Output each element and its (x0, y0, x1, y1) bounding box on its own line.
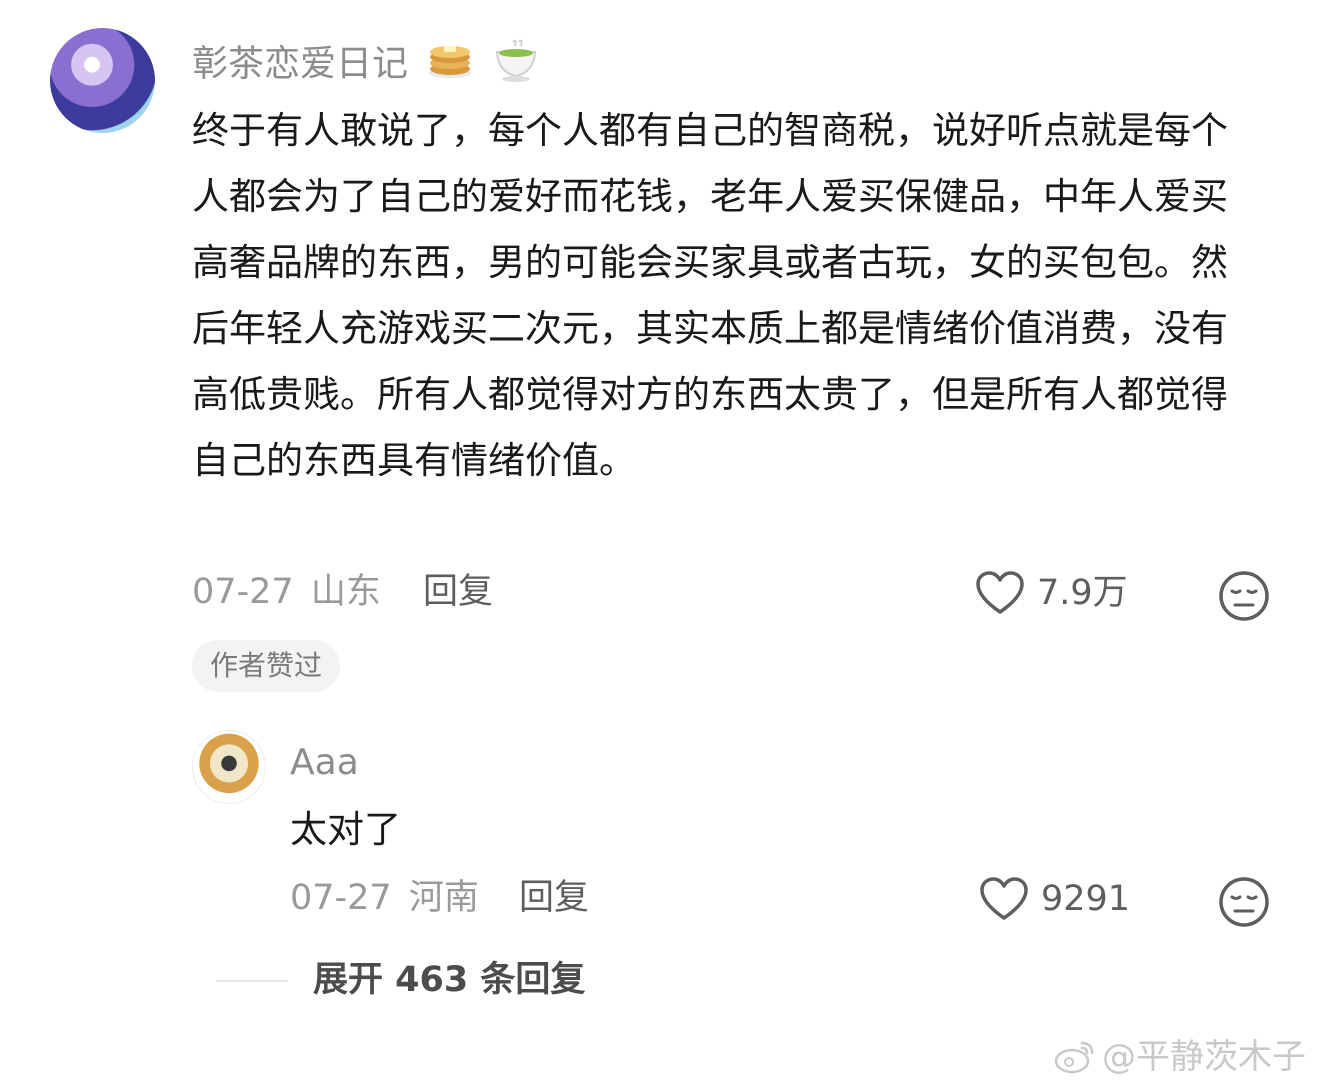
reply-location: 河南 (408, 878, 479, 918)
commenter-avatar[interactable] (50, 28, 155, 133)
author-liked-badge: 作者赞过 (192, 640, 341, 692)
comment-like-button[interactable]: 7.9万 (975, 570, 1128, 616)
comment-reply-button[interactable]: 回复 (423, 570, 493, 614)
green-tea-icon (493, 38, 539, 93)
neutral-face-icon[interactable] (1218, 876, 1270, 928)
commenter-username[interactable]: 彰茶恋爱日记 (192, 44, 408, 85)
reply-username[interactable]: Aaa (290, 741, 359, 785)
reply-avatar[interactable] (192, 730, 266, 804)
reply-meta: 07-27 河南 (290, 876, 479, 920)
comment-thread: 彰茶恋爱日记 终于有人敢说了，每个人都有自己的智商税，说好听点就是每个人都会为了… (0, 0, 1320, 1089)
watermark: @平静茨木子 (1054, 1037, 1306, 1077)
commenter-name-row: 彰茶恋爱日记 (192, 38, 539, 93)
expand-replies-button[interactable]: 展开 463 条回复 (313, 958, 585, 1002)
watermark-text: @平静茨木子 (1102, 1037, 1306, 1077)
weibo-logo-icon (1054, 1041, 1094, 1074)
comment-date: 07-27 (192, 572, 294, 612)
heart-icon (976, 571, 1024, 614)
reply-like-count: 9291 (1041, 879, 1131, 919)
pancakes-icon (427, 40, 473, 91)
neutral-face-icon[interactable] (1218, 570, 1270, 622)
comment-meta: 07-27 山东 (192, 570, 381, 614)
reply-text: 太对了 (290, 808, 401, 851)
reply-date: 07-27 (290, 878, 392, 918)
comment-text: 终于有人敢说了，每个人都有自己的智商税，说好听点就是每个人都会为了自己的爱好而花… (192, 109, 1228, 482)
heart-icon (980, 877, 1028, 920)
expand-divider (216, 980, 288, 982)
reply-reply-button[interactable]: 回复 (519, 876, 589, 920)
reply-like-button[interactable]: 9291 (979, 876, 1130, 922)
comment-location: 山东 (310, 572, 381, 612)
comment-like-count: 7.9万 (1037, 573, 1128, 613)
